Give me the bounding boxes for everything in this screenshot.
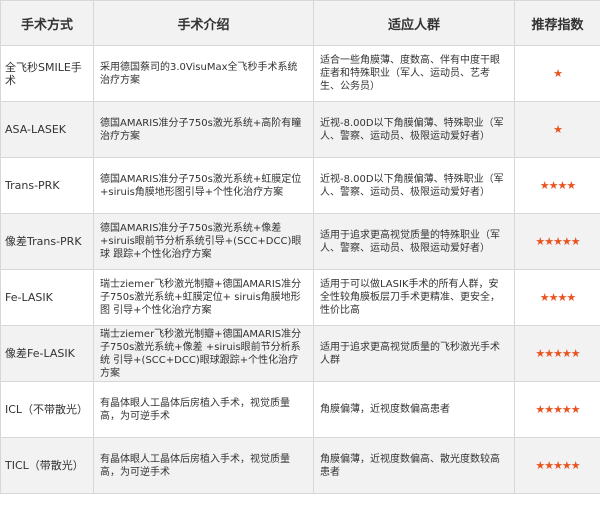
- method-cell: 像差Fe-LASIK: [0, 325, 94, 382]
- intro-cell: 有晶体眼人工晶体后房植入手术，视觉质量高，为可逆手术: [93, 437, 314, 494]
- method-cell: 像差Trans-PRK: [0, 213, 94, 270]
- rating-stars-icon: ★★★★★: [514, 213, 600, 270]
- rating-stars-icon: ★★★★: [514, 269, 600, 326]
- header-rating: 推荐指数: [514, 0, 600, 46]
- table-row: ASA-LASEK 德国AMARIS准分子750s激光系统+高阶有瞳治疗方案 近…: [0, 101, 600, 158]
- rating-stars-icon: ★★★★★: [514, 381, 600, 438]
- surgery-comparison-table: 手术方式 手术介绍 适应人群 推荐指数 全飞秒SMILE手术 采用德国蔡司的3.…: [0, 0, 600, 494]
- intro-cell: 德国AMARIS准分子750s激光系统+像差+siruis眼前节分析系统引导+(…: [93, 213, 314, 270]
- suitable-cell: 角膜偏薄，近视度数偏高患者: [313, 381, 515, 438]
- rating-stars-icon: ★★★★★: [514, 325, 600, 382]
- table-row: TICL（带散光） 有晶体眼人工晶体后房植入手术，视觉质量高，为可逆手术 角膜偏…: [0, 437, 600, 494]
- table-row: 全飞秒SMILE手术 采用德国蔡司的3.0VisuMax全飞秒手术系统治疗方案 …: [0, 45, 600, 102]
- header-suitable: 适应人群: [313, 0, 515, 46]
- method-cell: ICL（不带散光）: [0, 381, 94, 438]
- intro-cell: 瑞士ziemer飞秒激光制瓣+德国AMARIS准分子750s激光系统+虹膜定位+…: [93, 269, 314, 326]
- header-intro: 手术介绍: [93, 0, 314, 46]
- table-row: 像差Trans-PRK 德国AMARIS准分子750s激光系统+像差+sirui…: [0, 213, 600, 270]
- rating-stars-icon: ★★★★: [514, 157, 600, 214]
- suitable-cell: 近视-8.00D以下角膜偏薄、特殊职业（军人、警察、运动员、极限运动爱好者）: [313, 101, 515, 158]
- suitable-cell: 适合一些角膜薄、度数高、伴有中度干眼症者和特殊职业（军人、运动员、艺考生、公务员…: [313, 45, 515, 102]
- method-cell: 全飞秒SMILE手术: [0, 45, 94, 102]
- intro-cell: 有晶体眼人工晶体后房植入手术，视觉质量高，为可逆手术: [93, 381, 314, 438]
- rating-stars-icon: ★: [514, 101, 600, 158]
- method-cell: Trans-PRK: [0, 157, 94, 214]
- method-cell: ASA-LASEK: [0, 101, 94, 158]
- method-cell: TICL（带散光）: [0, 437, 94, 494]
- header-method: 手术方式: [0, 0, 94, 46]
- suitable-cell: 适用于追求更高视觉质量的飞秒激光手术人群: [313, 325, 515, 382]
- suitable-cell: 适用于可以做LASIK手术的所有人群，安全性较角膜板层刀手术更精准、更安全，性价…: [313, 269, 515, 326]
- table-row: 像差Fe-LASIK 瑞士ziemer飞秒激光制瓣+德国AMARIS准分子750…: [0, 325, 600, 382]
- suitable-cell: 近视-8.00D以下角膜偏薄、特殊职业（军人、警察、运动员、极限运动爱好者）: [313, 157, 515, 214]
- table-header-row: 手术方式 手术介绍 适应人群 推荐指数: [0, 0, 600, 46]
- table-row: ICL（不带散光） 有晶体眼人工晶体后房植入手术，视觉质量高，为可逆手术 角膜偏…: [0, 381, 600, 438]
- table-row: Fe-LASIK 瑞士ziemer飞秒激光制瓣+德国AMARIS准分子750s激…: [0, 269, 600, 326]
- rating-stars-icon: ★: [514, 45, 600, 102]
- intro-cell: 采用德国蔡司的3.0VisuMax全飞秒手术系统治疗方案: [93, 45, 314, 102]
- suitable-cell: 角膜偏薄，近视度数偏高、散光度数较高患者: [313, 437, 515, 494]
- intro-cell: 德国AMARIS准分子750s激光系统+虹膜定位+siruis角膜地形图引导+个…: [93, 157, 314, 214]
- rating-stars-icon: ★★★★★: [514, 437, 600, 494]
- suitable-cell: 适用于追求更高视觉质量的特殊职业（军人、警察、运动员、极限运动爱好者）: [313, 213, 515, 270]
- intro-cell: 德国AMARIS准分子750s激光系统+高阶有瞳治疗方案: [93, 101, 314, 158]
- method-cell: Fe-LASIK: [0, 269, 94, 326]
- intro-cell: 瑞士ziemer飞秒激光制瓣+德国AMARIS准分子750s激光系统+像差 +s…: [93, 325, 314, 382]
- table-row: Trans-PRK 德国AMARIS准分子750s激光系统+虹膜定位+sirui…: [0, 157, 600, 214]
